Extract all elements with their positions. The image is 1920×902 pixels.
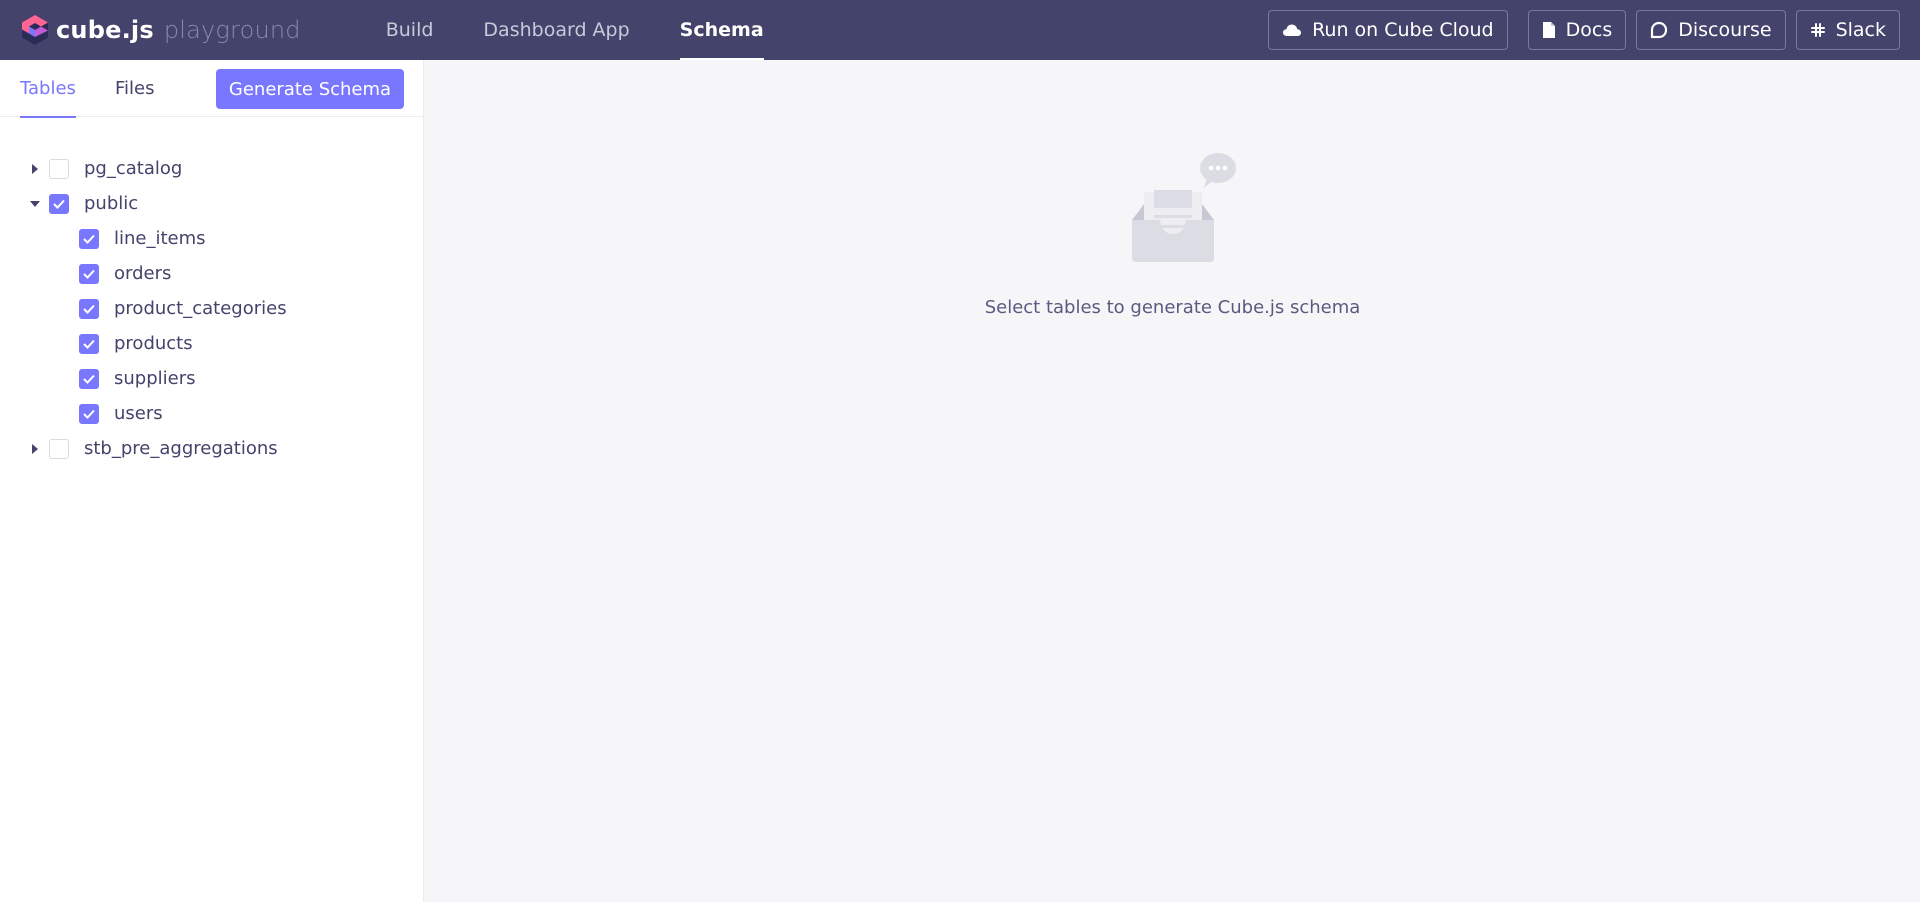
generate-schema-button[interactable]: Generate Schema (216, 69, 404, 109)
schema-sidebar: Tables Files Generate Schema pg_catalog … (0, 60, 424, 902)
checkbox-line-items[interactable] (79, 228, 99, 249)
tree-label: suppliers (114, 368, 196, 389)
tree-label: line_items (114, 228, 206, 249)
empty-state: Select tables to generate Cube.js schema (425, 150, 1920, 318)
checkbox-orders[interactable] (79, 263, 99, 284)
check-icon (83, 304, 95, 314)
check-icon (83, 339, 95, 349)
tree-node-users[interactable]: users (79, 396, 163, 431)
top-header: cube.js playground Build Dashboard App S… (0, 0, 1920, 60)
main-nav: Build Dashboard App Schema (361, 0, 789, 60)
tree-label: pg_catalog (84, 158, 183, 179)
tree-label: public (84, 193, 139, 214)
tree-node-pg-catalog[interactable]: pg_catalog (25, 151, 182, 186)
checkbox-public[interactable] (49, 193, 69, 214)
docs-button[interactable]: Docs (1527, 10, 1627, 50)
discourse-icon (1651, 21, 1668, 39)
empty-inbox-icon (1131, 153, 1236, 262)
tree-label: users (114, 403, 163, 424)
slack-label: Slack (1835, 19, 1886, 41)
checkbox-product-categories[interactable] (79, 298, 99, 319)
tab-files[interactable]: Files (115, 60, 155, 117)
tree-label: products (114, 333, 193, 354)
checkbox-products[interactable] (79, 333, 99, 354)
tree-node-line-items[interactable]: line_items (79, 221, 206, 256)
tree-label: product_categories (114, 298, 287, 319)
run-on-cube-cloud-label: Run on Cube Cloud (1312, 19, 1494, 41)
checkbox-suppliers[interactable] (79, 368, 99, 389)
tree-node-suppliers[interactable]: suppliers (79, 361, 196, 396)
check-icon (83, 374, 95, 384)
tree-node-orders[interactable]: orders (79, 256, 171, 291)
discourse-label: Discourse (1678, 19, 1772, 41)
slack-icon (1810, 23, 1825, 37)
nav-dashboard-app[interactable]: Dashboard App (458, 0, 654, 60)
tab-tables[interactable]: Tables (20, 60, 76, 118)
sidebar-tabs: Tables Files Generate Schema (0, 60, 423, 118)
tree-node-product-categories[interactable]: product_categories (79, 291, 287, 326)
document-icon (1542, 22, 1555, 38)
check-icon (83, 269, 95, 279)
nav-schema[interactable]: Schema (655, 0, 789, 60)
run-on-cube-cloud-button[interactable]: Run on Cube Cloud (1268, 10, 1508, 50)
tree-node-products[interactable]: products (79, 326, 193, 361)
checkbox-users[interactable] (79, 403, 99, 424)
slack-button[interactable]: Slack (1795, 10, 1900, 50)
caret-right-icon[interactable] (25, 439, 45, 459)
tree-label: stb_pre_aggregations (84, 438, 278, 459)
nav-build[interactable]: Build (361, 0, 459, 60)
cloud-icon (1283, 24, 1302, 36)
empty-state-message: Select tables to generate Cube.js schema (984, 297, 1361, 318)
brand-name: cube.js (56, 16, 154, 44)
logo[interactable]: cube.js playground (20, 0, 301, 60)
cube-logo-icon (22, 15, 48, 45)
brand-sub: playground (163, 16, 301, 44)
discourse-button[interactable]: Discourse (1636, 10, 1786, 50)
check-icon (83, 409, 95, 419)
header-actions: Run on Cube Cloud Docs Discourse Slack (1268, 10, 1900, 50)
schema-main-panel: Select tables to generate Cube.js schema (425, 60, 1920, 902)
checkbox-pg-catalog[interactable] (49, 158, 69, 179)
check-icon (83, 234, 95, 244)
checkbox-stb-pre-aggregations[interactable] (49, 438, 69, 459)
docs-label: Docs (1565, 19, 1613, 41)
tree-node-public[interactable]: public (25, 186, 138, 221)
tree-node-stb-pre-aggregations[interactable]: stb_pre_aggregations (25, 431, 278, 466)
caret-down-icon[interactable] (25, 194, 45, 214)
check-icon (53, 199, 65, 209)
tree-label: orders (114, 263, 172, 284)
caret-right-icon[interactable] (25, 159, 45, 179)
